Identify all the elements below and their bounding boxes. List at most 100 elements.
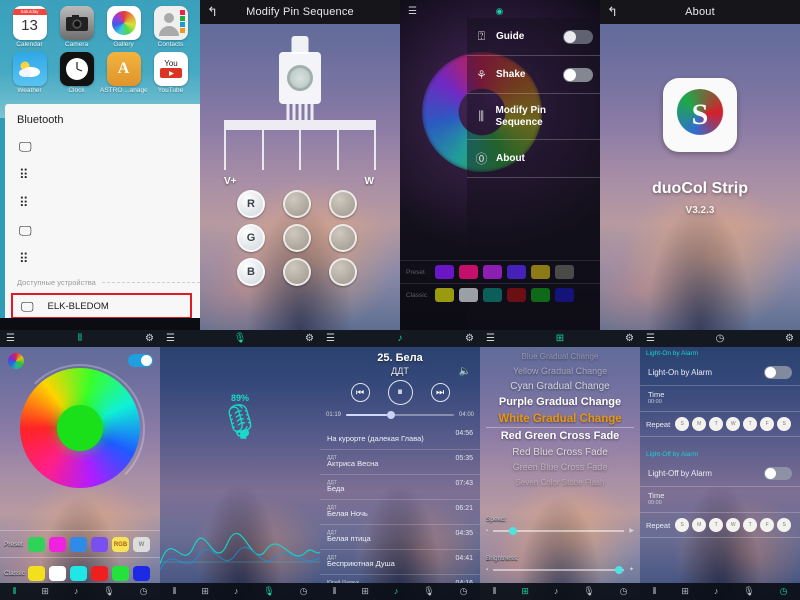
effect-item[interactable]: Seven Color Stobe Flash (480, 475, 640, 490)
current-color-chip[interactable] (8, 353, 24, 369)
day-toggle[interactable]: T (743, 518, 758, 532)
effect-item[interactable]: Blue Gradual Change (480, 349, 640, 364)
day-toggle[interactable]: T (743, 417, 758, 431)
bluetooth-paired-row[interactable]: 🖵 (5, 216, 200, 244)
classic-swatch[interactable] (507, 288, 526, 302)
pause-icon[interactable]: ⏸ (387, 380, 413, 405)
effect-item[interactable]: Purple Gradual Change (480, 394, 640, 411)
nav-mic[interactable]: 🎙 (423, 587, 434, 596)
nav-effects[interactable]: ⊞ (521, 587, 529, 596)
list-item[interactable]: На курорте (далекая Глава) ДДТ 04:56 (320, 425, 480, 461)
nav-mic[interactable]: 🎙 (263, 587, 274, 596)
app-youtube[interactable]: You YouTube (147, 50, 194, 94)
pin-button-empty[interactable] (283, 258, 311, 286)
day-toggle[interactable]: S (777, 518, 792, 532)
gear-icon[interactable]: ⚙ (625, 333, 634, 344)
bluetooth-paired-row[interactable]: ⠿ (5, 188, 200, 216)
bluetooth-paired-row[interactable]: ⠿ (5, 244, 200, 272)
day-toggle[interactable]: M (692, 518, 707, 532)
drawer-item-about[interactable]: ⓪ About (467, 140, 600, 178)
light-off-toggle[interactable] (764, 467, 792, 480)
effect-item-selected[interactable]: White Gradual Change (480, 411, 640, 428)
light-off-row[interactable]: Light-Off by Alarm (640, 461, 800, 487)
day-toggle[interactable]: F (760, 518, 775, 532)
nav-effects[interactable]: ⊞ (681, 587, 689, 596)
menu-icon[interactable]: ☰ (646, 333, 655, 344)
nav-timer[interactable]: ◷ (460, 587, 468, 596)
classic-swatch[interactable] (133, 566, 150, 581)
preset-swatch[interactable] (70, 537, 87, 552)
nav-music[interactable]: ♪ (394, 587, 399, 596)
menu-icon[interactable]: ☰ (326, 333, 335, 344)
brightness-ring[interactable] (15, 364, 145, 494)
gear-icon[interactable]: ⚙ (465, 333, 474, 344)
pin-button-empty[interactable] (329, 258, 357, 286)
day-toggle[interactable]: S (675, 417, 690, 431)
drawer-item-shake[interactable]: ⚘ Shake (467, 56, 600, 94)
menu-icon[interactable]: ☰ (166, 333, 175, 344)
preset-swatch[interactable] (435, 265, 454, 279)
app-weather[interactable]: Weather (6, 50, 53, 94)
nav-color[interactable]: ⦀ (652, 587, 656, 596)
day-toggle[interactable]: W (726, 518, 741, 532)
nav-color[interactable]: ⦀ (492, 587, 496, 596)
classic-swatch[interactable] (459, 288, 478, 302)
brightness-slider[interactable] (493, 565, 624, 574)
app-clock[interactable]: Clock (53, 50, 100, 94)
nav-music[interactable]: ♪ (234, 587, 239, 596)
light-on-time[interactable]: Time 00:00 (640, 386, 800, 412)
day-toggle[interactable]: F (760, 417, 775, 431)
next-icon[interactable]: ⏭ (430, 383, 450, 402)
light-on-row[interactable]: Light-On by Alarm (640, 360, 800, 386)
day-toggle[interactable]: S (777, 417, 792, 431)
preset-swatch[interactable] (28, 537, 45, 552)
menu-icon[interactable]: ☰ (408, 6, 417, 17)
seek-bar[interactable] (346, 411, 454, 419)
back-arrow-icon[interactable]: ↰ (607, 4, 618, 20)
day-toggle[interactable]: M (692, 417, 707, 431)
bluetooth-paired-row[interactable]: ⠿ (5, 160, 200, 188)
bluetooth-paired-row[interactable]: 🖵 (5, 132, 200, 160)
bluetooth-device-elk-bledom[interactable]: 🖵 ELK-BLEDOM (11, 293, 192, 319)
app-camera[interactable]: Camera (53, 4, 100, 48)
app-contacts[interactable]: Contacts (147, 4, 194, 48)
preset-swatch[interactable] (49, 537, 66, 552)
app-calendar[interactable]: Saturday 13 Calendar (6, 4, 53, 48)
nav-color[interactable]: ⦀ (172, 587, 176, 596)
effect-item[interactable]: Red Green Cross Fade (480, 428, 640, 445)
preset-swatch-w[interactable]: W (133, 537, 150, 552)
shake-toggle[interactable] (563, 68, 593, 82)
menu-icon[interactable]: ☰ (486, 333, 495, 344)
effect-item[interactable]: Red Blue Cross Fade (480, 445, 640, 460)
nav-timer[interactable]: ◷ (140, 587, 148, 596)
effect-item[interactable]: Green Blue Cross Fade (480, 460, 640, 475)
menu-icon[interactable]: ☰ (6, 333, 15, 344)
microphone-icon[interactable]: 🎙 (160, 402, 320, 442)
gear-icon[interactable]: ⚙ (785, 333, 794, 344)
light-on-toggle[interactable] (764, 366, 792, 379)
preset-swatch[interactable] (555, 265, 574, 279)
preset-swatch-rgb[interactable]: RGB (112, 537, 129, 552)
preset-swatch[interactable] (507, 265, 526, 279)
app-gallery[interactable]: Gallery (100, 4, 147, 48)
classic-swatch[interactable] (49, 566, 66, 581)
classic-swatch[interactable] (483, 288, 502, 302)
nav-timer[interactable]: ◷ (620, 587, 628, 596)
track-list[interactable]: На курорте (далекая Глава) ДДТ 04:56 Актр… (320, 425, 480, 583)
day-toggle[interactable]: T (709, 417, 724, 431)
preset-swatch[interactable] (91, 537, 108, 552)
classic-swatch[interactable] (555, 288, 574, 302)
drawer-item-modify-pin-sequence[interactable]: ⫼ Modify Pin Sequence (467, 94, 600, 140)
list-item[interactable]: Бесприютная Душа Юрий Шевчук 04:41 (320, 550, 480, 583)
nav-mic[interactable]: 🎙 (103, 587, 114, 596)
pin-button-r[interactable]: R (237, 190, 265, 218)
guide-toggle[interactable] (563, 30, 593, 44)
speed-slider[interactable] (493, 526, 625, 535)
back-arrow-icon[interactable]: ↰ (207, 4, 218, 20)
list-item[interactable]: Беда ДДТ 07:43 (320, 475, 480, 511)
speaker-icon[interactable]: 🔈 (459, 366, 471, 377)
gear-icon[interactable]: ⚙ (145, 333, 154, 344)
nav-mic[interactable]: 🎙 (583, 587, 594, 596)
day-toggle[interactable]: T (709, 518, 724, 532)
gear-icon[interactable]: ⚙ (305, 333, 314, 344)
